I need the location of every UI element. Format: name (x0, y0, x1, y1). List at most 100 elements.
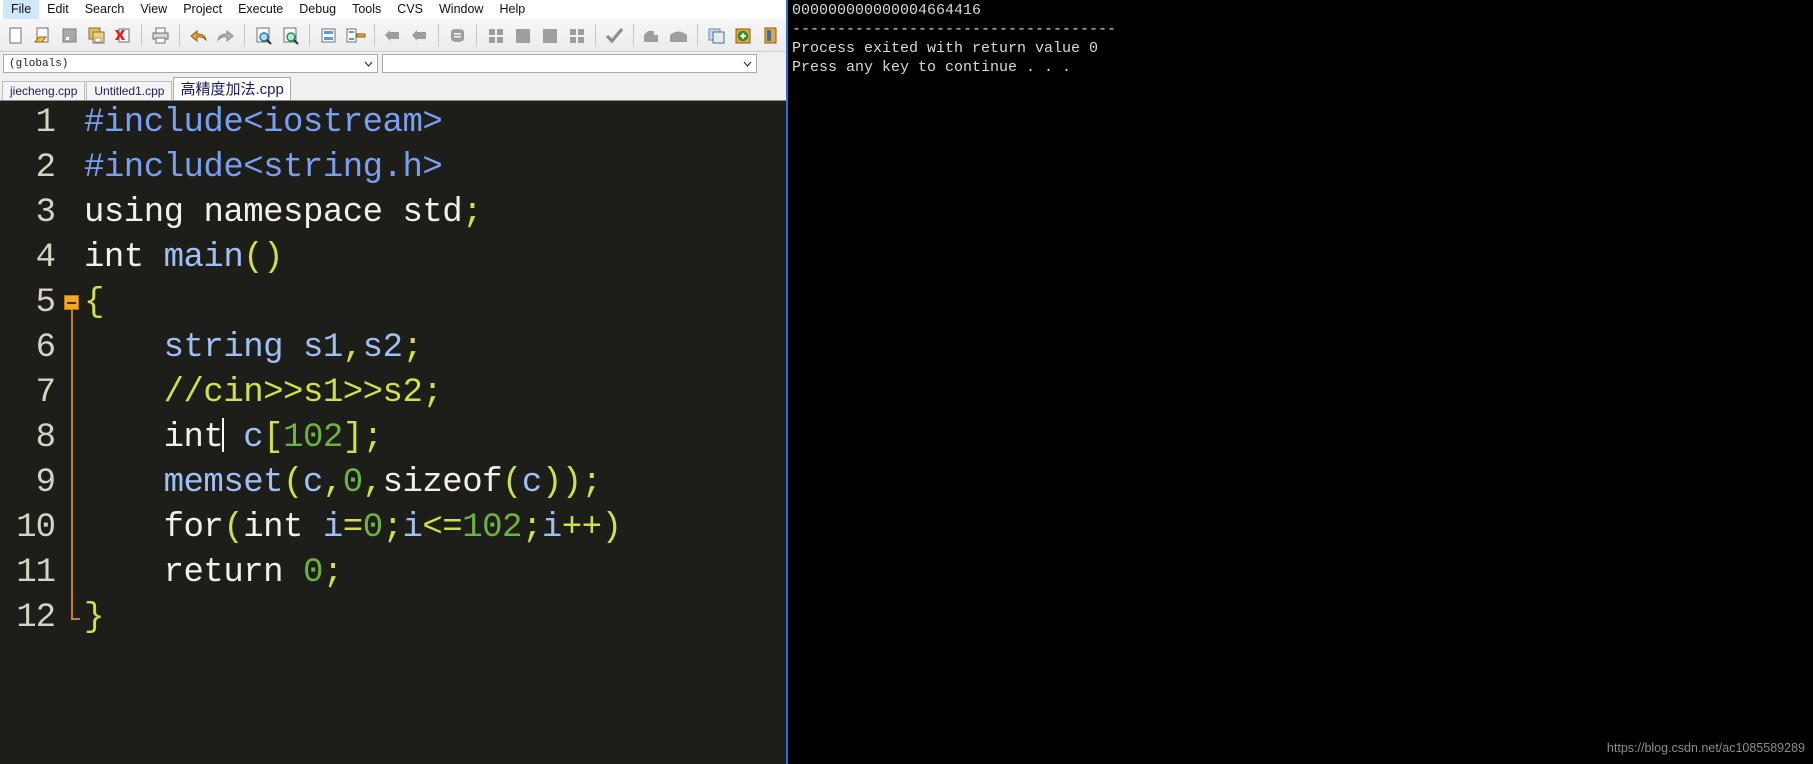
fold-gutter[interactable] (62, 461, 84, 506)
new-project-icon[interactable] (482, 22, 509, 49)
tab-jiecheng-cpp[interactable]: jiecheng.cpp (2, 81, 86, 100)
token-keyword-for: for (163, 509, 224, 547)
code-line-text: #include<iostream> (84, 101, 443, 146)
code-line-text: #include<string.h> (84, 146, 443, 191)
menu-item-cvs[interactable]: CVS (389, 0, 431, 19)
fold-guide-end (71, 596, 80, 620)
token-paren-open: ( (283, 464, 303, 502)
token-parens: () (243, 239, 284, 277)
token-comment: //cin>>s1>>s2; (163, 374, 443, 412)
window-cascade-icon[interactable] (730, 22, 757, 49)
window-tile-icon[interactable] (703, 22, 730, 49)
line-number: 7 (35, 374, 56, 412)
fold-gutter[interactable] (62, 596, 84, 641)
menu-item-debug[interactable]: Debug (291, 0, 344, 19)
fold-gutter[interactable] (62, 281, 84, 326)
token-identifier-i: i (402, 509, 423, 547)
token-operator-le: <= (422, 509, 463, 547)
token-paren-open: ( (502, 464, 522, 502)
code-line: 8 int c[102]; (0, 416, 786, 461)
fold-gutter[interactable] (62, 371, 84, 416)
project-options-icon[interactable] (509, 22, 536, 49)
code-editor[interactable]: 1 #include<iostream> 2 #include<string.h… (0, 100, 786, 764)
console-line-prompt: Press any key to continue . . . (792, 59, 1072, 76)
menu-item-window[interactable]: Window (431, 0, 491, 19)
token-identifier-c: c (302, 464, 323, 502)
token-semicolon: ; (382, 509, 403, 547)
token-type-int: int (163, 419, 224, 457)
debug-icon[interactable] (639, 22, 666, 49)
token-paren-close: ) (541, 464, 562, 502)
line-number: 10 (16, 509, 56, 547)
menu-item-file[interactable]: File (3, 0, 40, 19)
toolbar-separator (594, 24, 596, 46)
line-number: 3 (35, 194, 56, 232)
check-syntax-icon[interactable] (601, 22, 628, 49)
fold-gutter[interactable] (62, 146, 84, 191)
goto-line-icon[interactable] (315, 22, 342, 49)
save-all-icon[interactable] (83, 22, 110, 49)
compile-run-icon[interactable] (536, 22, 563, 49)
find-icon[interactable] (250, 22, 277, 49)
menu-item-view[interactable]: View (132, 0, 175, 19)
scope-combo[interactable]: (globals) (3, 54, 378, 73)
fold-collapse-icon[interactable] (64, 295, 79, 310)
token-identifier-i: i (322, 509, 343, 547)
save-file-icon[interactable] (56, 22, 83, 49)
fold-gutter[interactable] (62, 191, 84, 236)
menu-item-search[interactable]: Search (77, 0, 133, 19)
token-function-memset: memset (163, 464, 284, 502)
replace-icon[interactable] (277, 22, 304, 49)
fold-gutter[interactable] (62, 236, 84, 281)
token-comma: , (362, 464, 383, 502)
chevron-down-icon[interactable] (360, 55, 377, 72)
menu-item-tools[interactable]: Tools (344, 0, 389, 19)
menu-item-execute[interactable]: Execute (230, 0, 291, 19)
toggle-bookmark-icon[interactable] (342, 22, 369, 49)
chevron-down-icon[interactable] (739, 55, 756, 72)
code-line: 1 #include<iostream> (0, 101, 786, 146)
token-identifier-s1: s1 (302, 329, 343, 367)
toolbar-separator (373, 24, 375, 46)
print-icon[interactable] (147, 22, 174, 49)
token-bracket-open: [ (263, 419, 284, 457)
code-line-text: string s1,s2; (84, 326, 423, 371)
token-keyword-sizeof: sizeof (382, 464, 503, 502)
tab-untitled1-cpp[interactable]: Untitled1.cpp (86, 81, 173, 100)
line-number: 4 (35, 239, 56, 277)
close-file-icon[interactable] (110, 22, 137, 49)
undo-icon[interactable] (185, 22, 212, 49)
token-identifier-std: std (402, 194, 463, 232)
window-close-icon[interactable] (757, 22, 784, 49)
tab-gaojingdujiafa-cpp[interactable]: 高精度加法.cpp (173, 77, 291, 100)
member-combo[interactable] (382, 54, 757, 73)
token-paren-open: ( (223, 509, 244, 547)
toolbar-separator (697, 24, 699, 46)
redo-icon[interactable] (212, 22, 239, 49)
code-line-text: using namespace std; (84, 191, 483, 236)
menu-item-project[interactable]: Project (175, 0, 230, 19)
step-forward-icon[interactable] (406, 22, 433, 49)
console-output-window[interactable]: 000000000000004664416 ------------------… (786, 0, 1813, 764)
fold-gutter[interactable] (62, 416, 84, 461)
fold-gutter[interactable] (62, 506, 84, 551)
code-line: 6 string s1,s2; (0, 326, 786, 371)
console-line-result: 000000000000004664416 (792, 2, 982, 19)
menu-item-edit[interactable]: Edit (39, 0, 77, 19)
fold-gutter[interactable] (62, 326, 84, 371)
fold-gutter[interactable] (62, 101, 84, 146)
compile-icon[interactable] (444, 22, 471, 49)
token-semicolon: ; (581, 464, 602, 502)
fold-gutter[interactable] (62, 551, 84, 596)
fold-guide-line (71, 551, 73, 596)
new-file-icon[interactable] (2, 22, 29, 49)
profile-icon[interactable] (665, 22, 692, 49)
token-number: 102 (283, 419, 343, 457)
code-line: 12 } (0, 596, 786, 641)
menu-item-help[interactable]: Help (491, 0, 533, 19)
rebuild-all-icon[interactable] (563, 22, 590, 49)
token-comma: , (322, 464, 343, 502)
step-back-icon[interactable] (380, 22, 407, 49)
toolbar-separator (141, 24, 143, 46)
open-file-icon[interactable] (29, 22, 56, 49)
